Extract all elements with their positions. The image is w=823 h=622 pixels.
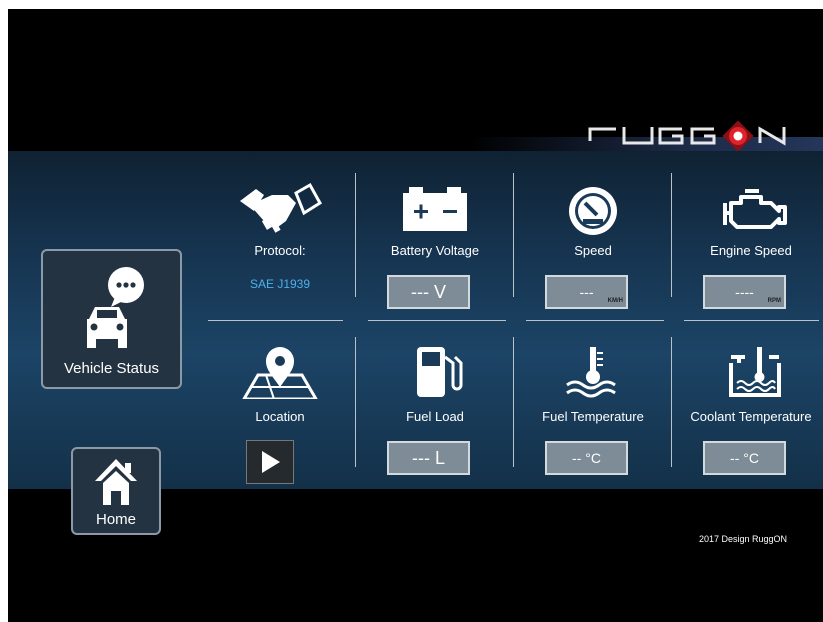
vehicle-status-label: Vehicle Status [63, 360, 160, 377]
coolant-temperature-readout: -- °C [730, 450, 759, 466]
location-tile: Location [204, 331, 356, 484]
battery-voltage-value: --- V [387, 275, 470, 309]
location-label: Location [255, 409, 305, 424]
app-screen: Protocol: SAE J1939 Battery Voltage --- … [8, 9, 823, 622]
divider [513, 337, 514, 467]
protocol-tile: Protocol: SAE J1939 [204, 169, 356, 319]
divider [526, 320, 664, 321]
fuel-load-tile: Fuel Load --- L [359, 331, 511, 481]
fuel-temperature-tile: Fuel Temperature -- °C [517, 331, 669, 481]
fuel-pump-icon [417, 347, 463, 397]
speed-value: --- KM/H [545, 275, 628, 309]
coolant-icon [729, 347, 781, 397]
ruggon-logo [588, 120, 786, 152]
handshake-icon [240, 182, 323, 233]
fuel-temperature-label: Fuel Temperature [542, 409, 644, 424]
protocol-label: Protocol: [254, 243, 306, 258]
map-pin-icon [242, 347, 318, 399]
divider [513, 173, 514, 297]
thermometer-icon [566, 347, 616, 398]
fuel-load-value: --- L [387, 441, 470, 475]
engine-icon [723, 189, 787, 229]
engine-speed-label: Engine Speed [710, 243, 792, 258]
speed-unit: KM/H [607, 298, 623, 304]
engine-speed-unit: RPM [767, 298, 781, 304]
fuel-load-label: Fuel Load [406, 409, 464, 424]
fuel-load-readout: --- L [412, 448, 445, 468]
divider [208, 320, 343, 321]
home-label: Home [95, 511, 136, 528]
play-icon [262, 451, 280, 473]
divider [671, 337, 672, 467]
speed-tile: Speed --- KM/H [517, 169, 669, 319]
speed-readout: --- [579, 284, 594, 300]
battery-icon [403, 187, 467, 231]
protocol-value: SAE J1939 [249, 277, 311, 291]
engine-speed-tile: Engine Speed ---- RPM [675, 169, 823, 319]
footer-credit: 2017 Design RuggON [699, 534, 788, 544]
coolant-temperature-tile: Coolant Temperature -- °C [675, 331, 823, 481]
divider [671, 173, 672, 297]
battery-voltage-tile: Battery Voltage --- V [359, 169, 511, 319]
vehicle-status-button[interactable]: Vehicle Status [41, 249, 182, 389]
location-play-button[interactable] [246, 440, 294, 484]
engine-speed-readout: ---- [735, 284, 754, 300]
home-button[interactable]: Home [71, 447, 161, 535]
car-chat-icon [87, 267, 144, 348]
home-icon [95, 459, 137, 505]
divider [684, 320, 819, 321]
battery-voltage-readout: --- V [411, 282, 446, 302]
coolant-temperature-value: -- °C [703, 441, 786, 475]
fuel-temperature-value: -- °C [545, 441, 628, 475]
battery-voltage-label: Battery Voltage [390, 243, 480, 258]
fuel-temperature-readout: -- °C [572, 450, 601, 466]
speedometer-icon [569, 187, 617, 235]
speed-label: Speed [574, 243, 612, 258]
engine-speed-value: ---- RPM [703, 275, 786, 309]
coolant-temperature-label: Coolant Temperature [690, 409, 812, 424]
divider [368, 320, 506, 321]
